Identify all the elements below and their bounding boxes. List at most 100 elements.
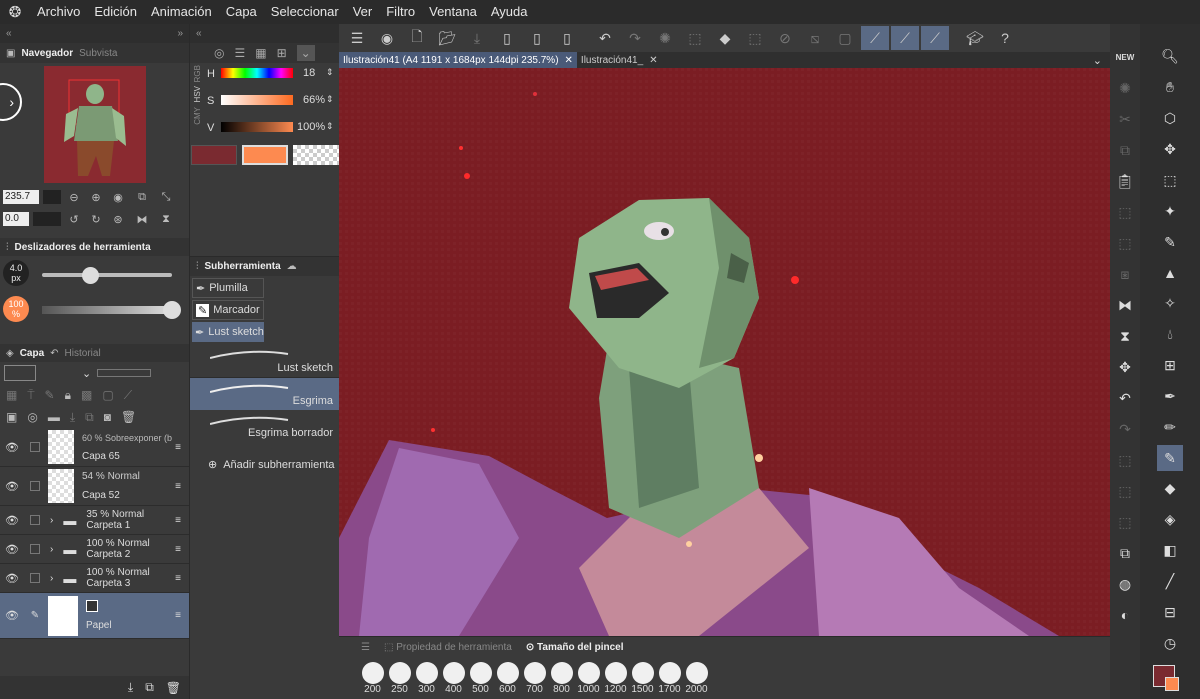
effect-tool-icon[interactable]: ✧: [1157, 291, 1183, 317]
eye-icon[interactable]: 👁︎: [0, 514, 24, 527]
panel-grip-icon[interactable]: ☰: [361, 642, 370, 653]
s-stepper-icon[interactable]: ⇕: [326, 94, 334, 105]
stamp-tool-icon[interactable]: ▲: [1157, 260, 1183, 286]
zoom-slider-icon[interactable]: [43, 190, 61, 204]
color-wheel-tab-icon[interactable]: ◎: [214, 46, 224, 60]
saturation-slider[interactable]: [221, 95, 293, 105]
menu-animacion[interactable]: Animación: [144, 0, 219, 24]
new-file-icon[interactable]: 🗋: [403, 26, 431, 50]
clip-studio-icon[interactable]: ◉: [373, 26, 401, 50]
menu-edicion[interactable]: Edición: [87, 0, 144, 24]
flip-v-icon[interactable]: ⧗: [1112, 323, 1138, 349]
brush-item[interactable]: Esgrima borrador: [190, 410, 339, 442]
trash-icon[interactable]: 🗑︎: [166, 681, 181, 695]
blend-tool-icon[interactable]: 💧︎: [1157, 322, 1183, 348]
zoom-actual-icon[interactable]: ⧉: [131, 191, 153, 204]
layer-mask-icon[interactable]: ◙: [104, 410, 111, 424]
collapse-mid-icon[interactable]: «: [196, 28, 202, 39]
value-slider[interactable]: [221, 122, 293, 132]
brush-size-preset[interactable]: 1000: [575, 662, 602, 695]
merge-down-icon[interactable]: ⧉: [85, 410, 94, 425]
layer-menu-icon[interactable]: ≡: [175, 610, 181, 621]
eye-icon[interactable]: 👁︎: [0, 441, 24, 454]
brush-size-preset[interactable]: 1700: [656, 662, 683, 695]
invert-selection-icon[interactable]: ⧅: [801, 26, 829, 50]
add-subtool-button[interactable]: ⊕ Añadir subherramienta: [190, 458, 339, 472]
group-marcador[interactable]: ✎ Marcador: [192, 300, 264, 320]
reference-icon[interactable]: ⧉: [1112, 540, 1138, 566]
layer-opacity-bar[interactable]: [97, 369, 152, 377]
mask-icon[interactable]: ▢: [102, 388, 113, 402]
app-logo-icon[interactable]: ❂: [0, 0, 30, 24]
gradient-tool-icon[interactable]: ◧: [1157, 538, 1183, 564]
layer-checkbox[interactable]: [30, 573, 40, 583]
lock-icon[interactable]: 🔒︎: [65, 388, 71, 403]
intermediate-color-tab-icon[interactable]: ⊞: [277, 46, 287, 60]
group-lust-sketch[interactable]: ✒ Lust sketch: [192, 322, 264, 342]
copy-icon[interactable]: ⧉: [1112, 137, 1138, 163]
zoom-out-icon[interactable]: ⊖: [65, 191, 83, 204]
selection-expand-icon[interactable]: ⬚: [1112, 478, 1138, 504]
new-raster-layer-icon[interactable]: ▣: [6, 410, 17, 424]
chevron-down-icon[interactable]: ⌄: [82, 367, 91, 380]
pencil-tool-icon[interactable]: ✏︎: [1157, 414, 1183, 440]
duplicate-icon[interactable]: ⧉: [145, 680, 154, 695]
expand-chevron-icon[interactable]: ›: [50, 515, 53, 526]
layer-checkbox[interactable]: [30, 544, 40, 554]
layer-row-selected[interactable]: 👁︎ ✎ Papel ≡: [0, 593, 189, 639]
move-layer-icon[interactable]: ✥: [1112, 354, 1138, 380]
layer-menu-icon[interactable]: ≡: [175, 544, 181, 555]
hue-slider[interactable]: [221, 68, 293, 78]
deselect-icon[interactable]: ⊘: [771, 26, 799, 50]
menu-capa[interactable]: Capa: [219, 0, 264, 24]
flip-h-icon[interactable]: ⧓: [1112, 292, 1138, 318]
layer-checkbox[interactable]: [30, 442, 40, 452]
loading-icon[interactable]: ✺: [1112, 75, 1138, 101]
menu-ventana[interactable]: Ventana: [422, 0, 484, 24]
menu-ayuda[interactable]: Ayuda: [484, 0, 535, 24]
brush-size-preset[interactable]: 700: [521, 662, 548, 695]
tab-historial[interactable]: Historial: [65, 348, 101, 359]
brush-item-selected[interactable]: Esgrima: [190, 378, 339, 410]
sub-color-chip[interactable]: [1165, 677, 1179, 692]
brush-size-preset[interactable]: 600: [494, 662, 521, 695]
show-selection-icon[interactable]: ▢: [831, 26, 859, 50]
expand-chevron-icon[interactable]: ›: [50, 573, 53, 584]
tab-navegador[interactable]: Navegador: [21, 48, 73, 59]
import-icon[interactable]: ⤓: [128, 680, 133, 695]
subtool-menu-icon[interactable]: ☁: [287, 261, 297, 272]
layer-menu-icon[interactable]: ≡: [175, 515, 181, 526]
stabilizer-2-icon[interactable]: ⟋: [891, 26, 919, 50]
layer-menu-icon[interactable]: ≡: [175, 442, 181, 453]
magic-wand-icon[interactable]: ✦: [1157, 198, 1183, 224]
tab-capa[interactable]: Capa: [20, 348, 44, 359]
zoom-fit-icon[interactable]: ◉: [109, 191, 127, 204]
save-icon[interactable]: ⤓: [463, 26, 491, 50]
selection-shrink-icon[interactable]: ⬚: [1112, 509, 1138, 535]
grid-tool-icon[interactable]: ⊞: [1157, 353, 1183, 379]
tabs-dropdown-icon[interactable]: ⌄: [1093, 54, 1102, 67]
brush-size-preset[interactable]: 400: [440, 662, 467, 695]
folder-row[interactable]: 👁︎ › ▬ 100 % Normal Carpeta 3 ≡: [0, 564, 189, 593]
rotate-slider-icon[interactable]: [33, 212, 61, 226]
brush-size-preset[interactable]: 250: [386, 662, 413, 695]
rotate-icon[interactable]: ⬚: [1112, 230, 1138, 256]
paste-icon[interactable]: 📋︎: [1112, 168, 1138, 194]
rotate-left-icon[interactable]: ↺: [65, 213, 83, 226]
canvas[interactable]: [339, 68, 1110, 636]
zoom-fullscreen-icon[interactable]: ⤡: [157, 191, 175, 204]
undo-icon[interactable]: ↶: [591, 26, 619, 50]
selection-tool-icon[interactable]: ⬚: [1157, 167, 1183, 193]
color-slider-tab-icon[interactable]: ☰: [234, 46, 245, 60]
close-icon[interactable]: ✕: [649, 55, 657, 66]
opacity-slider[interactable]: [42, 306, 172, 314]
expand-chevron-icon[interactable]: ›: [50, 544, 53, 555]
group-plumilla[interactable]: ✒ Plumilla: [192, 278, 264, 298]
selection-edit-icon[interactable]: ⬚: [1112, 447, 1138, 473]
folder-row[interactable]: 👁︎ › ▬ 100 % Normal Carpeta 2 ≡: [0, 535, 189, 564]
export-jpg-icon[interactable]: ▯: [493, 26, 521, 50]
new-vector-layer-icon[interactable]: ◎: [27, 410, 37, 424]
ruler-icon[interactable]: ⟋: [124, 388, 132, 403]
navigator-side-toggle-icon[interactable]: ›: [0, 83, 22, 121]
h-stepper-icon[interactable]: ⇕: [326, 67, 334, 78]
